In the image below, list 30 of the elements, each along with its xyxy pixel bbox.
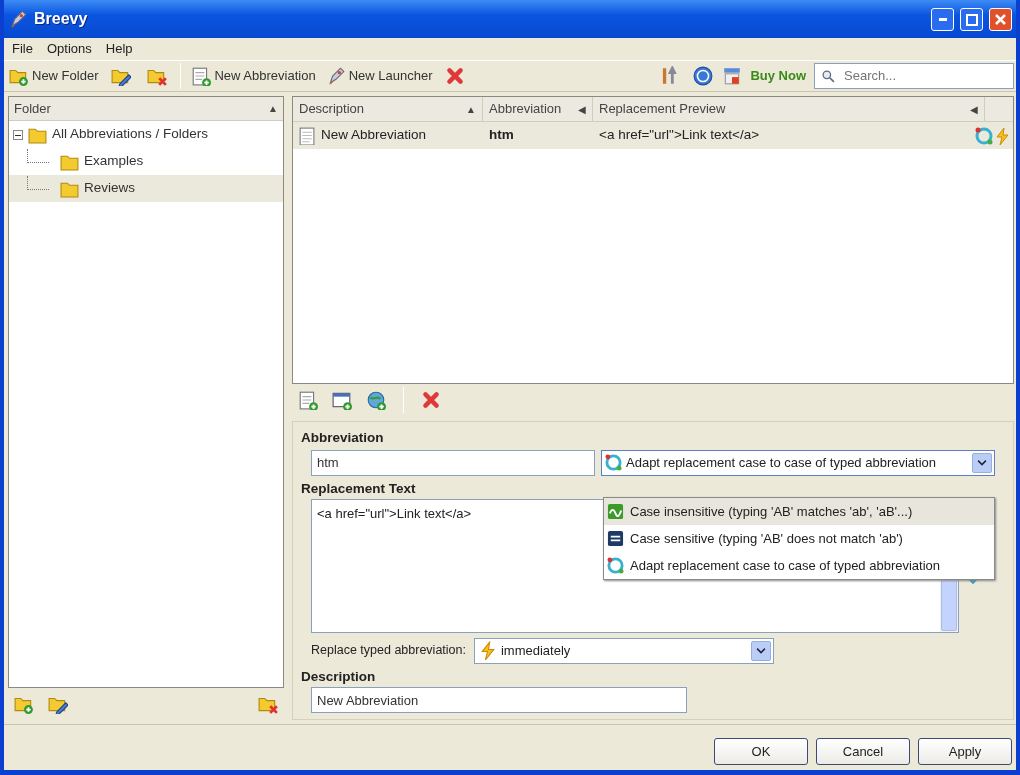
field-label: Description bbox=[301, 667, 376, 686]
field-label: Replacement Text bbox=[301, 479, 416, 498]
dialog-button[interactable]: Cancel bbox=[816, 738, 910, 765]
search-field[interactable]: Search... bbox=[842, 65, 1002, 87]
replace-mode-dropdown[interactable]: immediately bbox=[473, 637, 774, 664]
tree-item[interactable]: Reviews bbox=[9, 175, 283, 202]
table-cell: New Abbreviation bbox=[293, 125, 483, 146]
new-folder-button[interactable]: New Folder bbox=[6, 64, 102, 88]
menu-item[interactable]: Help bbox=[105, 39, 133, 59]
table-cell-text: <a href="url">Link text</a> bbox=[598, 126, 761, 145]
dropdown-option[interactable]: Case insensitive (typing 'AB' matches 'ab', 'aB'...) bbox=[604, 498, 994, 526]
dialog-button[interactable]: Apply bbox=[918, 738, 1012, 765]
tree-item[interactable]: Examples bbox=[9, 148, 283, 175]
column-header[interactable]: Folder ▲ bbox=[9, 97, 283, 121]
dialog-button[interactable]: OK bbox=[714, 738, 808, 765]
table-row[interactable]: New Abbreviation htm <a href="url">Link text</a> bbox=[293, 122, 1013, 149]
field-label: Abbreviation bbox=[301, 429, 384, 448]
new-launcher-button[interactable]: New Launcher bbox=[322, 64, 436, 88]
abbreviation-field[interactable]: htm bbox=[311, 449, 595, 476]
table-cell-text: htm bbox=[488, 126, 515, 145]
new-abbreviation-button[interactable]: New Abbreviation bbox=[188, 64, 319, 88]
buy-now-link[interactable]: Buy Now bbox=[750, 66, 806, 86]
window-title: Breevy bbox=[34, 9, 88, 29]
field-label: Replace typed abbreviation: bbox=[311, 642, 466, 660]
menu-item[interactable]: Options bbox=[46, 39, 92, 59]
case-mode-dropdown[interactable]: Adapt replacement case to case of typed abbreviation bbox=[601, 449, 995, 476]
search-box[interactable]: Search... bbox=[814, 63, 1014, 89]
tree-item[interactable]: All Abbreviations / Folders bbox=[9, 121, 283, 148]
menu-item[interactable]: File bbox=[12, 39, 33, 59]
description-field[interactable]: New Abbreviation bbox=[311, 687, 687, 713]
